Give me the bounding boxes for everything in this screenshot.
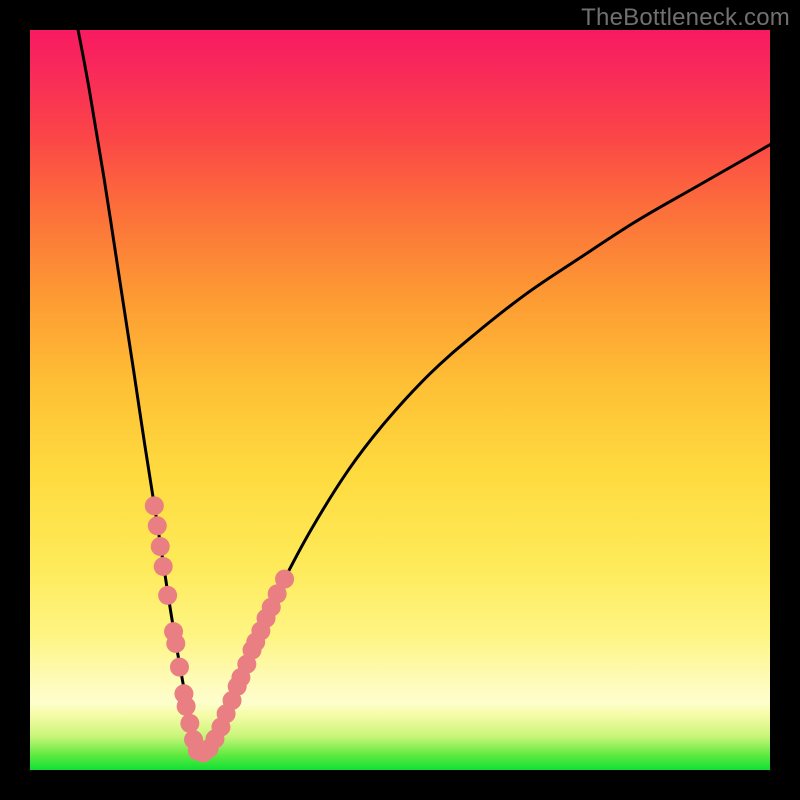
curve-right-branch [198,145,770,759]
watermark-text: TheBottleneck.com [581,4,790,32]
data-marker [180,714,199,733]
outer-frame: TheBottleneck.com [0,0,800,800]
data-marker [145,496,164,515]
data-marker [170,658,189,677]
curve-right-branch [198,145,770,759]
marker-cluster [145,496,294,762]
plot-area [30,30,770,770]
data-marker [148,516,167,535]
data-marker [275,570,294,589]
data-marker [154,557,173,576]
chart-svg [30,30,770,770]
data-marker [166,634,185,653]
data-marker [177,697,196,716]
data-marker [158,586,177,605]
data-marker [151,537,170,556]
